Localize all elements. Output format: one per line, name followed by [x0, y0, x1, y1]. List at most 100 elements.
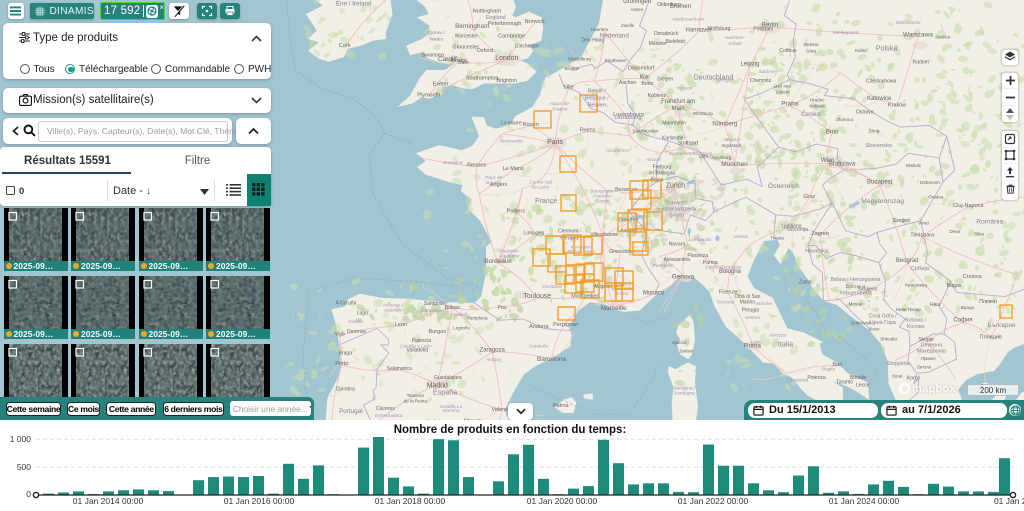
svg-text:Lugo: Lugo [357, 310, 368, 316]
svg-text:Piacenza: Piacenza [687, 253, 708, 259]
svg-text:London: London [495, 55, 518, 62]
svg-text:Monaco: Monaco [643, 290, 665, 296]
svg-text:Svizra: Svizra [669, 212, 684, 218]
svg-text:0: 0 [26, 489, 31, 499]
svg-text:Koblenz: Koblenz [648, 93, 667, 99]
svg-text:Worcester: Worcester [455, 34, 478, 40]
svg-text:France: France [552, 107, 567, 113]
svg-text:Potenza: Potenza [807, 375, 826, 381]
svg-text:Hauts-de-: Hauts-de- [549, 101, 570, 107]
svg-text:A Coruña: A Coruña [335, 300, 356, 306]
svg-text:Talavera: Talavera [407, 393, 425, 398]
svg-text:Colchester: Colchester [515, 44, 539, 50]
svg-text:Видин: Видин [947, 283, 962, 289]
svg-text:Thüringen: Thüringen [712, 77, 734, 83]
svg-text:Pays de: Pays de [485, 175, 503, 181]
svg-text:Македонија: Македонија [917, 349, 946, 355]
svg-text:France: France [535, 196, 557, 205]
svg-text:Brno: Brno [826, 129, 839, 135]
svg-text:Siegen: Siegen [657, 77, 673, 83]
svg-text:Ústí nad: Ústí nad [774, 82, 792, 88]
svg-text:Česko: Česko [801, 109, 820, 118]
svg-text:Perugia: Perugia [742, 308, 760, 314]
svg-text:Normandie: Normandie [499, 139, 523, 145]
svg-text:Lëtzebuerg: Lëtzebuerg [614, 115, 641, 121]
svg-text:Le Havre: Le Havre [501, 120, 522, 126]
svg-text:Magyarország: Magyarország [861, 198, 904, 205]
svg-text:Aragón: Aragón [485, 357, 502, 363]
svg-text:Zürich: Zürich [666, 183, 685, 190]
svg-text:Северна: Северна [921, 342, 943, 348]
svg-text:Slovenija: Slovenija [786, 227, 808, 233]
svg-text:Marche: Marche [756, 301, 772, 307]
svg-text:Italia: Italia [778, 339, 793, 348]
svg-text:Pamplona: Pamplona [467, 316, 488, 321]
svg-text:England: England [486, 15, 506, 21]
svg-text:Lille: Lille [564, 84, 574, 90]
svg-text:Wales: Wales [429, 37, 443, 43]
svg-text:Middelburg: Middelburg [568, 56, 591, 61]
svg-text:Brugge: Brugge [564, 66, 579, 71]
svg-text:Haarlem: Haarlem [591, 27, 609, 32]
svg-text:Peterborough: Peterborough [488, 21, 521, 27]
svg-text:Žilina: Žilina [868, 127, 879, 134]
svg-text:500: 500 [17, 462, 31, 472]
svg-text:Toulouse: Toulouse [524, 293, 552, 300]
svg-text:Gloucester: Gloucester [452, 45, 479, 51]
svg-text:Lazio: Lazio [751, 340, 763, 346]
svg-text:Крагуевац: Крагуевац [905, 283, 927, 288]
svg-text:Main: Main [672, 106, 685, 112]
svg-text:de la Reina: de la Reina [404, 399, 428, 404]
svg-text:Nürnberg: Nürnberg [712, 122, 737, 128]
svg-text:Oradea: Oradea [928, 194, 944, 199]
svg-text:Sachsen: Sachsen [759, 69, 778, 75]
svg-text:Cork: Cork [339, 43, 351, 49]
svg-text:Alsace: Alsace [645, 157, 661, 163]
svg-text:Vigo: Vigo [335, 332, 345, 338]
svg-text:Slovensko: Slovensko [865, 143, 892, 149]
svg-text:Plymouth: Plymouth [417, 93, 440, 99]
svg-text:01 Jan 2014 00:00: 01 Jan 2014 00:00 [73, 496, 144, 506]
svg-text:Босна и: Босна и [846, 284, 866, 290]
svg-text:Kraków: Kraków [888, 102, 906, 108]
svg-text:Exeter: Exeter [433, 81, 449, 87]
svg-text:Paris: Paris [547, 139, 563, 146]
svg-text:Bath: Bath [458, 60, 469, 66]
svg-text:Würzburg: Würzburg [693, 111, 713, 116]
svg-text:Firenze: Firenze [719, 289, 737, 295]
svg-text:España: España [433, 388, 457, 397]
svg-text:Пловдив: Пловдив [979, 334, 1001, 340]
svg-text:România: România [976, 219, 1003, 226]
svg-text:Ajaccio: Ajaccio [672, 340, 687, 345]
svg-text:Abruzzo: Abruzzo [768, 333, 787, 339]
svg-text:Birmingham: Birmingham [455, 23, 489, 30]
svg-text:Mazowiecki: Mazowiecki [896, 20, 922, 26]
svg-text:Piemonte: Piemonte [653, 263, 674, 269]
svg-text:Alessandria: Alessandria [664, 257, 691, 263]
svg-text:Frankfurt am: Frankfurt am [661, 99, 695, 105]
svg-text:Sardegna: Sardegna [674, 391, 695, 397]
svg-text:Palma: Palma [553, 403, 570, 409]
svg-text:Zwolle: Zwolle [621, 23, 635, 28]
svg-text:de Loire: de Loire [532, 185, 550, 191]
svg-text:Cáceres: Cáceres [376, 406, 395, 412]
svg-text:Groningen: Groningen [623, 0, 651, 5]
svg-text:Graz: Graz [804, 194, 815, 200]
svg-text:Assen: Assen [631, 7, 644, 12]
svg-text:Galicia: Galicia [348, 319, 363, 325]
svg-text:Craiova: Craiova [963, 274, 983, 280]
svg-text:Santander: Santander [424, 301, 448, 307]
svg-text:01 Jan 2022 00:00: 01 Jan 2022 00:00 [678, 496, 749, 506]
svg-text:Korçë: Korçë [907, 375, 920, 381]
svg-text:Stuttgart: Stuttgart [677, 141, 698, 147]
svg-text:Cluj-Napoca: Cluj-Napoca [953, 203, 984, 209]
svg-text:Hrvatska: Hrvatska [805, 249, 829, 255]
svg-text:Augsburg: Augsburg [711, 155, 731, 160]
svg-text:Berat: Berat [892, 373, 903, 378]
svg-text:München: München [721, 161, 748, 168]
svg-text:Veneto: Veneto [733, 234, 748, 240]
svg-text:Barcelona: Barcelona [537, 356, 566, 363]
svg-text:Comté: Comté [596, 199, 610, 205]
svg-text:Częstochowa: Częstochowa [866, 79, 896, 85]
svg-text:Münster: Münster [649, 41, 668, 47]
